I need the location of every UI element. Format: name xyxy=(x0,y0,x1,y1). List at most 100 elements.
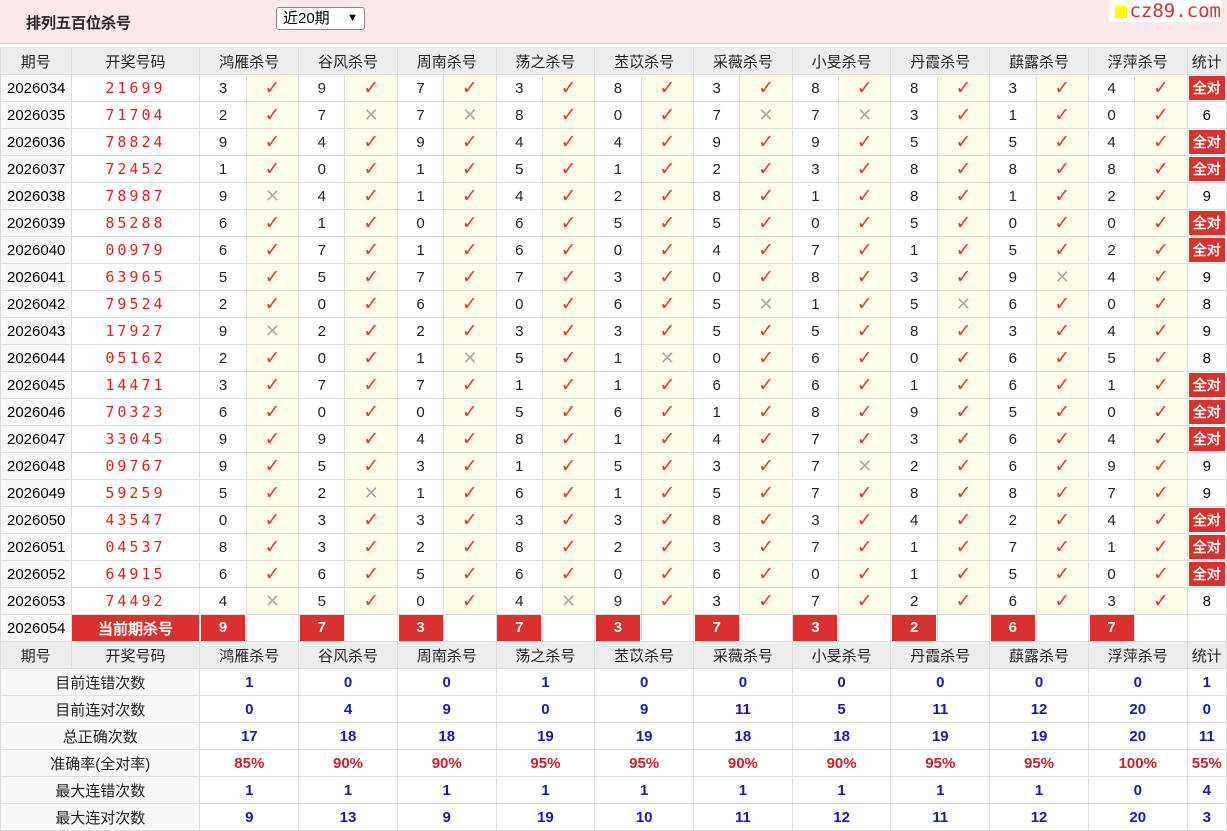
check-icon: ✓ xyxy=(856,347,873,369)
kill-pick-cell: 6 xyxy=(396,290,445,318)
result-correct-cell: ✓ xyxy=(1134,560,1188,588)
cross-icon: ✕ xyxy=(857,104,873,125)
current-kill-badge: 3 xyxy=(595,615,640,641)
result-correct-cell: ✓ xyxy=(541,560,596,588)
result-correct-cell: ✓ xyxy=(1134,74,1188,102)
check-icon: ✓ xyxy=(856,563,873,585)
result-correct-cell: ✓ xyxy=(344,236,398,264)
check-icon: ✓ xyxy=(461,185,478,207)
result-correct-cell: ✓ xyxy=(1134,290,1188,318)
result-correct-cell: ✓ xyxy=(1035,317,1089,345)
check-icon: ✓ xyxy=(363,455,380,477)
result-correct-cell: ✓ xyxy=(1035,290,1089,318)
total-cell: 9 xyxy=(1186,317,1227,345)
header-row: 期号 开奖号码 鸿雁杀号 谷风杀号 周南杀号 荡之杀号 苤苡杀号 采薇杀号 小旻杀号 丹霞杀号 蕻露… xyxy=(0,47,1227,75)
result-correct-cell: ✓ xyxy=(344,344,398,372)
table-row: 2026040 00979 6 ✓ 7 ✓ 1 ✓ 6 ✓ 0 ✓ 4 ✓ 7 ✓ 1 ✓ 5 ✓ 2 ✓ 全对 xyxy=(0,236,1227,264)
total-cell: 9 xyxy=(1186,182,1227,210)
current-blank-cell xyxy=(1035,614,1089,642)
check-icon: ✓ xyxy=(1152,185,1169,207)
drawn-number-cell: 64915 xyxy=(70,560,201,588)
kill-pick-cell: 8 xyxy=(1087,155,1136,183)
result-correct-cell: ✓ xyxy=(1035,533,1089,561)
result-correct-cell: ✓ xyxy=(245,398,300,426)
kill-pick-cell: 3 xyxy=(989,74,1037,102)
issue-cell: 2026045 xyxy=(0,371,72,399)
kill-pick-cell: 5 xyxy=(495,344,543,372)
kill-pick-cell: 4 xyxy=(594,128,642,156)
kill-pick-cell: 5 xyxy=(594,209,642,237)
header-expert: 鸿雁杀号 xyxy=(199,641,300,669)
kill-pick-cell: 0 xyxy=(1087,209,1136,237)
stat-value: 1 xyxy=(495,776,596,804)
result-correct-cell: ✓ xyxy=(1035,398,1089,426)
check-icon: ✓ xyxy=(1054,428,1071,450)
result-correct-cell: ✓ xyxy=(245,209,300,237)
current-blank-cell xyxy=(344,614,398,642)
stat-value: 19 xyxy=(890,722,991,750)
result-correct-cell: ✓ xyxy=(838,74,892,102)
check-icon: ✓ xyxy=(758,590,774,612)
result-correct-cell: ✓ xyxy=(739,560,793,588)
result-wrong-cell: ✕ xyxy=(640,344,695,372)
result-correct-cell: ✓ xyxy=(1134,425,1188,453)
check-icon: ✓ xyxy=(264,455,281,477)
kill-pick-cell: 6 xyxy=(693,560,741,588)
check-icon: ✓ xyxy=(264,347,281,369)
check-icon: ✓ xyxy=(461,455,478,477)
kill-pick-cell: 4 xyxy=(495,128,543,156)
result-correct-cell: ✓ xyxy=(1035,560,1089,588)
result-correct-cell: ✓ xyxy=(936,479,991,507)
issue-cell: 2026053 xyxy=(0,587,72,615)
check-icon: ✓ xyxy=(560,266,577,288)
stat-value: 1 xyxy=(594,776,695,804)
check-icon: ✓ xyxy=(955,347,972,369)
check-icon: ✓ xyxy=(1054,590,1071,612)
check-icon: ✓ xyxy=(461,590,478,612)
period-select[interactable]: 近20期 ▼ xyxy=(276,7,365,30)
logo-square-icon xyxy=(1115,5,1128,18)
check-icon: ✓ xyxy=(955,212,972,234)
kill-pick-cell: 6 xyxy=(199,236,247,264)
check-icon: ✓ xyxy=(560,509,577,531)
drawn-number-cell: 78987 xyxy=(70,182,201,210)
result-correct-cell: ✓ xyxy=(1035,182,1089,210)
header-drawn: 开奖号码 xyxy=(70,641,201,669)
stat-value: 12 xyxy=(989,695,1089,723)
kill-pick-cell: 9 xyxy=(199,128,247,156)
current-label-cell: 当前期杀号 xyxy=(70,614,201,642)
check-icon: ✓ xyxy=(659,428,676,450)
check-icon: ✓ xyxy=(560,185,577,207)
stat-total: 55% xyxy=(1186,749,1227,777)
check-icon: ✓ xyxy=(560,239,577,261)
check-icon: ✓ xyxy=(363,212,380,234)
result-correct-cell: ✓ xyxy=(1134,317,1188,345)
current-pick-cell: 3 xyxy=(791,614,840,642)
result-correct-cell: ✓ xyxy=(541,533,596,561)
kill-pick-cell: 1 xyxy=(791,290,840,318)
cross-icon: ✕ xyxy=(955,293,972,314)
kill-pick-cell: 8 xyxy=(791,74,840,102)
header-row: 期号 开奖号码 鸿雁杀号 谷风杀号 周南杀号 荡之杀号 苤苡杀号 采薇杀号 小旻杀号 丹霞杀号 蕻露… xyxy=(0,641,1227,669)
total-cell: 8 xyxy=(1186,344,1227,372)
total-count: 9 xyxy=(1202,322,1211,340)
check-icon: ✓ xyxy=(1152,347,1169,369)
check-icon: ✓ xyxy=(363,266,380,288)
check-icon: ✓ xyxy=(758,347,774,369)
kill-pick-cell: 5 xyxy=(693,479,741,507)
cross-icon: ✕ xyxy=(1054,266,1070,287)
check-icon: ✓ xyxy=(560,536,577,558)
kill-pick-cell: 8 xyxy=(890,479,938,507)
check-icon: ✓ xyxy=(758,320,774,342)
check-icon: ✓ xyxy=(264,563,281,585)
kill-pick-cell: 5 xyxy=(890,290,938,318)
result-correct-cell: ✓ xyxy=(936,371,991,399)
stat-label: 最大连错次数 xyxy=(0,776,201,804)
stat-value: 0 xyxy=(890,668,991,696)
kill-pick-cell: 6 xyxy=(693,371,741,399)
kill-pick-cell: 6 xyxy=(199,209,247,237)
check-icon: ✓ xyxy=(856,185,873,207)
check-icon: ✓ xyxy=(363,374,380,396)
cross-icon: ✕ xyxy=(758,293,774,314)
kill-pick-cell: 0 xyxy=(396,209,445,237)
